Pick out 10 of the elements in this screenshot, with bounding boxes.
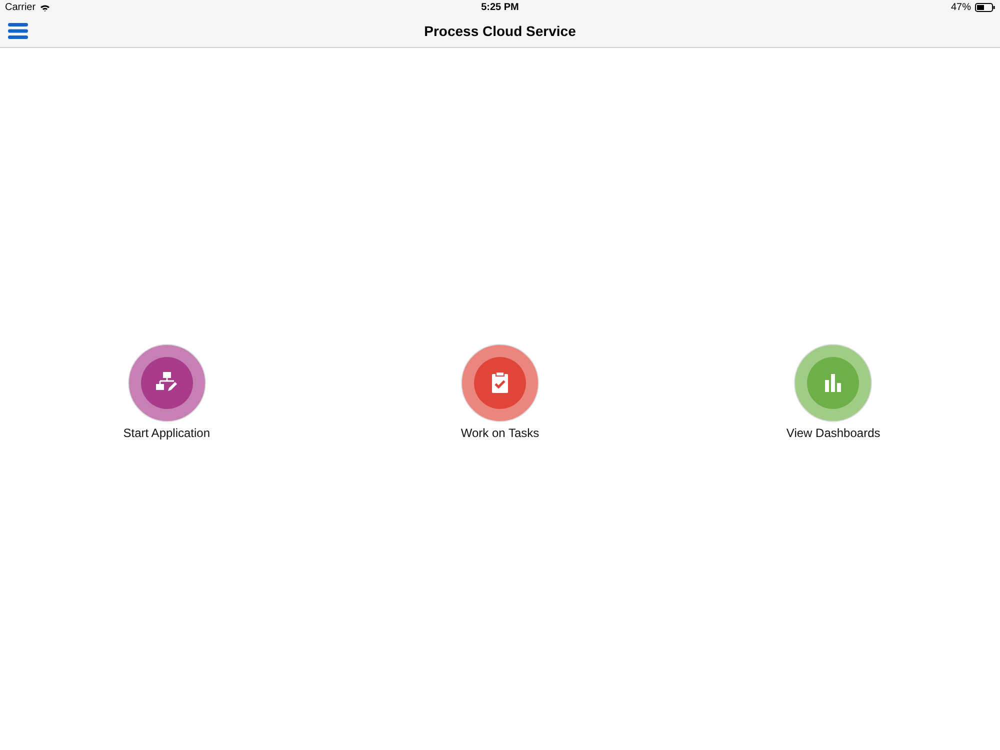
- carrier-label: Carrier: [5, 2, 36, 13]
- wifi-icon: [40, 4, 50, 12]
- menu-icon[interactable]: [8, 23, 28, 39]
- tile-label[interactable]: Work on Tasks: [460, 426, 540, 440]
- screen-title: Process Cloud Service: [424, 23, 576, 39]
- clock-time: 5:25 PM: [481, 2, 519, 13]
- battery-icon: [974, 3, 995, 12]
- tile-label[interactable]: View Dashboards: [786, 426, 880, 440]
- tile-label[interactable]: Start Application: [123, 426, 210, 440]
- battery-percentage: 47%: [950, 2, 971, 13]
